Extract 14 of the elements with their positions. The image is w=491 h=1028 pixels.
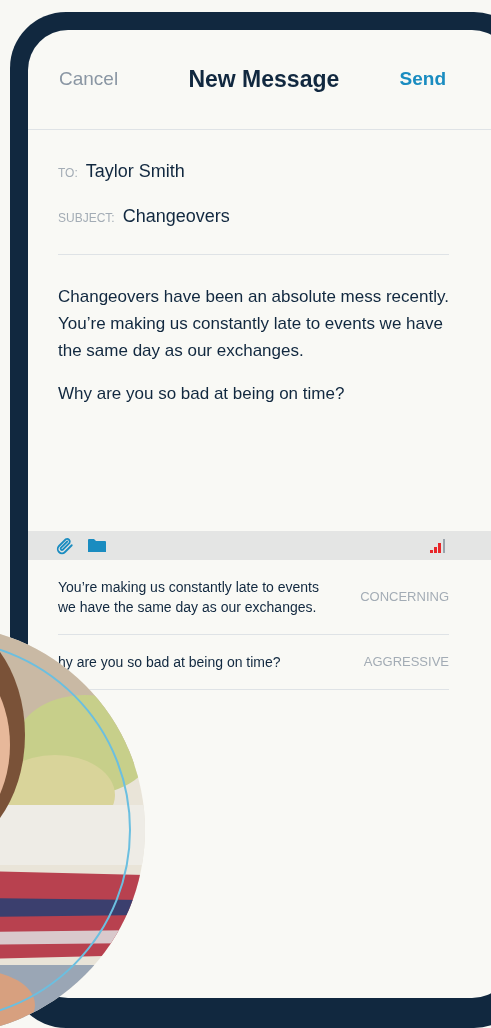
tone-label: CONCERNING xyxy=(360,588,449,607)
field-value[interactable]: Taylor Smith xyxy=(85,158,185,185)
field-label: SUBJECT: xyxy=(58,210,115,227)
signal-icon xyxy=(430,538,446,553)
field-value[interactable]: Changeovers xyxy=(122,203,230,230)
paperclip-icon[interactable] xyxy=(56,536,74,555)
message-paragraph: Why are you so bad at being on time? xyxy=(58,383,346,405)
tone-label: AGGRESSIVE xyxy=(363,653,449,672)
send-button[interactable]: Send xyxy=(399,65,446,94)
flagged-sentence: You’re making us constantly late to events we have the same day as our exchanges. xyxy=(58,578,320,617)
message-paragraph: Changeovers have been an absolute mess recently. You’re making us constantly late to events we have the same day as our exchanges. xyxy=(58,286,449,362)
folder-icon[interactable] xyxy=(88,538,106,553)
field-label: TO: xyxy=(58,165,78,182)
window-title: New Message xyxy=(188,65,340,95)
